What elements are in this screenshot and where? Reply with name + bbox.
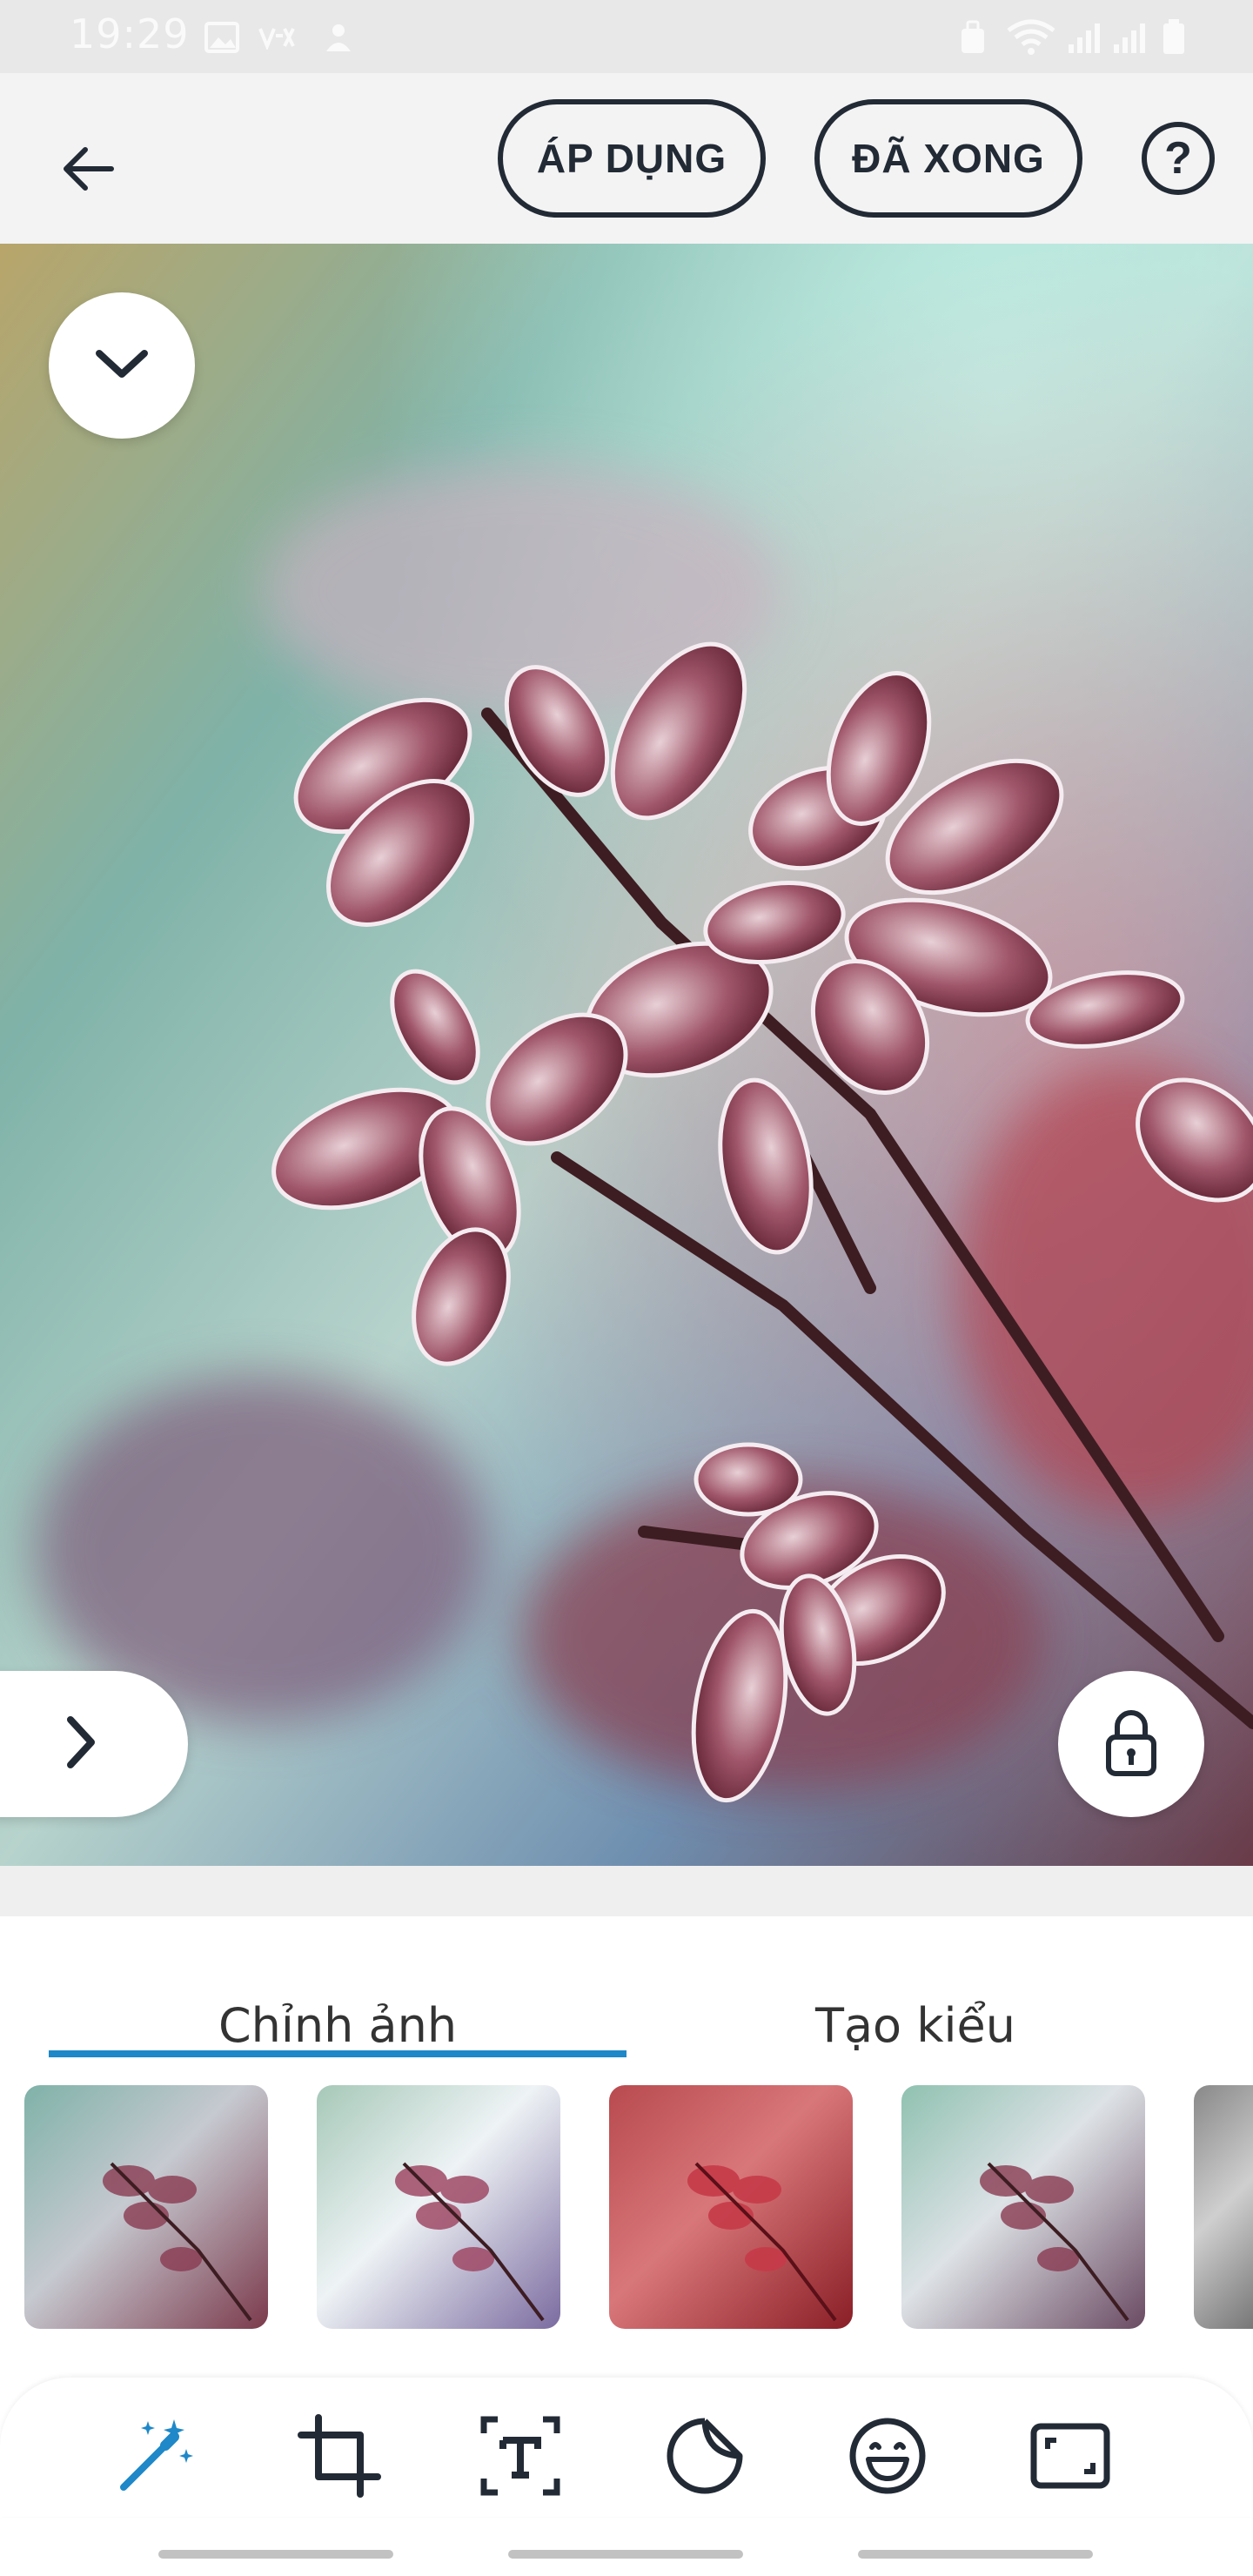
next-image-button[interactable]: [0, 1671, 188, 1817]
preset-thumbnail-1[interactable]: [24, 2085, 268, 2329]
preset-thumbnail-3[interactable]: [609, 2085, 853, 2329]
emoji-icon[interactable]: [844, 2412, 931, 2499]
signal-2-icon: [1110, 19, 1149, 56]
wifi-icon: [1002, 19, 1060, 56]
photo-canvas[interactable]: [0, 244, 1253, 1866]
vtv-icon: [258, 19, 303, 56]
preset-thumbnail-2[interactable]: [317, 2085, 560, 2329]
crop-icon[interactable]: [296, 2412, 383, 2499]
nav-indicator-left: [158, 2550, 393, 2559]
nav-indicator-right: [858, 2550, 1093, 2559]
panel-divider: [0, 1866, 1253, 1916]
tab-adjust[interactable]: Chỉnh ảnh: [49, 1977, 626, 2073]
lock-screen-icon: [957, 19, 988, 56]
apply-button[interactable]: ÁP DỤNG: [498, 99, 766, 218]
lock-icon: [1103, 1707, 1159, 1781]
tab-style[interactable]: Tạo kiểu: [626, 1977, 1204, 2073]
image-icon: [204, 19, 240, 56]
chevron-down-icon: [94, 346, 150, 386]
sticker-icon[interactable]: [661, 2412, 748, 2499]
done-button[interactable]: ĐÃ XONG: [814, 99, 1082, 218]
magic-wand-icon[interactable]: [111, 2412, 198, 2499]
help-icon[interactable]: ?: [1142, 122, 1215, 195]
nav-indicator-center: [508, 2550, 743, 2559]
text-icon[interactable]: [477, 2412, 564, 2499]
frame-icon[interactable]: [1027, 2412, 1114, 2499]
status-bar: 19:29: [0, 0, 1253, 73]
battery-icon: [1159, 19, 1189, 56]
notification-icon: [320, 19, 357, 56]
preset-thumbnail-4[interactable]: [901, 2085, 1145, 2329]
chevron-right-icon: [64, 1714, 98, 1774]
status-time: 19:29: [70, 10, 190, 57]
preset-thumbnail-5[interactable]: [1194, 2085, 1253, 2329]
frosted-leaves-photo: [0, 244, 1253, 1866]
collapse-button[interactable]: [49, 292, 195, 439]
signal-1-icon: [1065, 19, 1103, 56]
top-toolbar: ÁP DỤNG ĐÃ XONG ?: [0, 73, 1253, 244]
back-arrow-icon[interactable]: [45, 127, 129, 211]
lock-button[interactable]: [1058, 1671, 1204, 1817]
active-tab-indicator: [49, 2050, 626, 2057]
